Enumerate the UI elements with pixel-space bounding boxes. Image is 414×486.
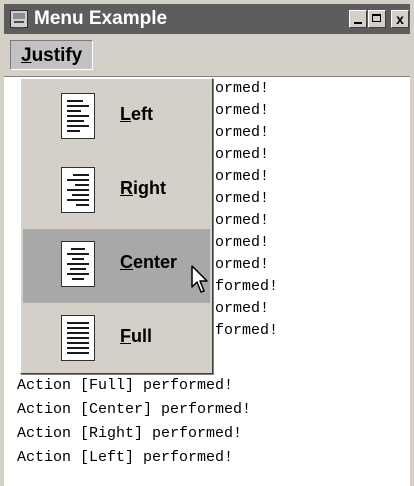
application-window: Menu Example x Justify rformed! formed! … — [0, 0, 414, 486]
menu-item-left[interactable]: Left — [23, 81, 210, 155]
menu-justify-mnemonic: J — [21, 45, 32, 66]
log-line: formed! — [206, 124, 270, 141]
justify-popup-menu: Left Right Center Full — [20, 78, 213, 374]
menu-item-right-text: ight — [133, 178, 166, 198]
menu-item-left-mnemonic: L — [120, 104, 131, 124]
log-line: Action [Right] performed! — [17, 425, 243, 442]
log-line: formed! — [206, 256, 270, 273]
log-line: Action [Center] performed! — [17, 401, 252, 418]
mouse-pointer-icon — [191, 265, 208, 293]
log-line: Action [Full] performed! — [17, 377, 234, 394]
menu-bar: Justify — [4, 36, 410, 74]
menu-item-center-mnemonic: C — [120, 252, 133, 272]
close-button[interactable]: x — [391, 10, 409, 28]
menu-justify[interactable]: Justify — [10, 40, 94, 70]
app-window-icon[interactable] — [10, 10, 28, 29]
menu-item-left-label: Left — [120, 104, 153, 125]
maximize-button[interactable] — [368, 10, 386, 28]
window-title: Menu Example — [34, 8, 168, 29]
title-bar[interactable]: Menu Example x — [4, 4, 410, 34]
minimize-button[interactable] — [349, 10, 367, 28]
menu-item-full[interactable]: Full — [23, 303, 210, 377]
align-center-icon — [61, 241, 95, 287]
log-line: formed! — [206, 212, 270, 229]
menu-item-full-mnemonic: F — [120, 326, 131, 346]
log-line: Action [Left] performed! — [17, 449, 234, 466]
align-justify-icon — [61, 315, 95, 361]
align-left-icon — [61, 93, 95, 139]
align-right-icon — [61, 167, 95, 213]
menu-item-right-label: Right — [120, 178, 166, 199]
menu-item-left-text: eft — [131, 104, 153, 124]
menu-justify-label: ustify — [31, 45, 83, 66]
menu-item-right-mnemonic: R — [120, 178, 133, 198]
menu-item-right[interactable]: Right — [23, 155, 210, 229]
menu-item-full-text: ull — [131, 326, 152, 346]
log-line: formed! — [206, 190, 270, 207]
menu-item-center[interactable]: Center — [23, 229, 210, 303]
log-line: formed! — [206, 300, 270, 317]
menu-item-center-text: enter — [133, 252, 178, 272]
menu-item-full-label: Full — [120, 326, 152, 347]
menu-item-center-label: Center — [120, 252, 177, 273]
log-line: formed! — [206, 102, 270, 119]
